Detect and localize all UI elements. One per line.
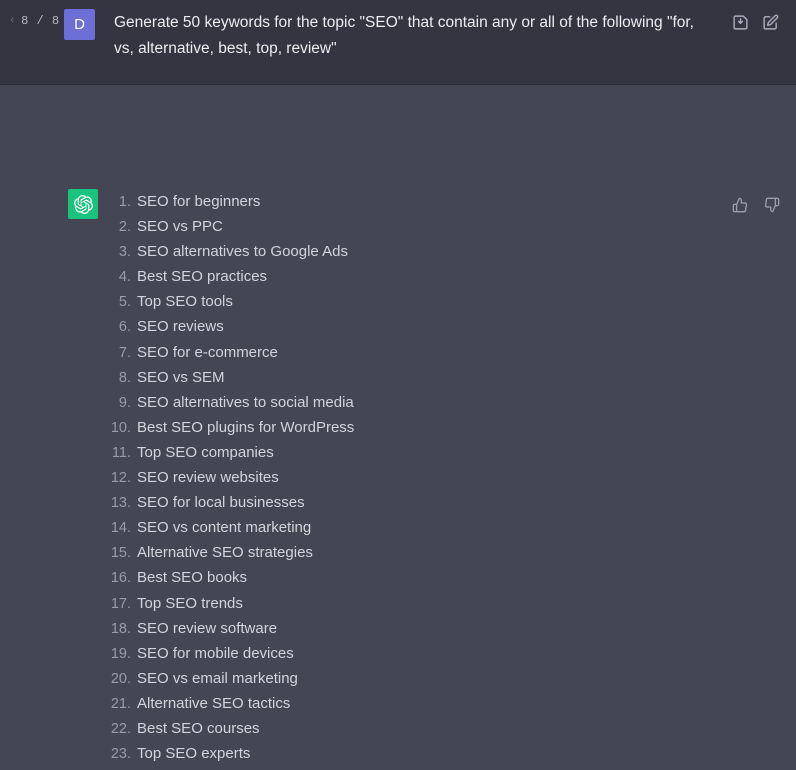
list-item: 4. Best SEO practices	[0, 268, 640, 293]
list-item-label: SEO for mobile devices	[137, 644, 294, 662]
list-item-number: 21.	[110, 695, 131, 712]
list-item: 18. SEO review software	[0, 620, 640, 645]
user-prompt-text: Generate 50 keywords for the topic "SEO"…	[114, 14, 699, 57]
list-item-number: 5.	[118, 294, 131, 311]
list-item: 13. SEO for local businesses	[0, 494, 640, 519]
list-item-label: SEO review software	[137, 619, 278, 637]
list-item-label: Best SEO books	[137, 569, 248, 587]
list-item: 11. Top SEO companies	[0, 444, 640, 469]
list-item-number: 12.	[110, 470, 131, 487]
list-item-label: SEO review websites	[137, 469, 279, 487]
list-item-number: 9.	[118, 394, 131, 411]
list-item: 23. Top SEO experts	[0, 745, 640, 770]
list-item-number: 3.	[118, 244, 131, 261]
list-item-number: 17.	[110, 595, 131, 612]
list-item-label: SEO vs PPC	[137, 218, 223, 236]
list-item-number: 18.	[110, 620, 131, 637]
list-item: 14. SEO vs content marketing	[0, 519, 640, 544]
list-item: 5. Top SEO tools	[0, 293, 640, 318]
list-item-label: SEO for e-commerce	[137, 343, 278, 361]
list-item: 22. Best SEO courses	[0, 720, 640, 745]
edit-icon[interactable]	[760, 12, 780, 32]
list-item-number: 19.	[110, 645, 131, 662]
list-item-label: SEO vs content marketing	[137, 519, 312, 537]
list-item-number: 8.	[118, 369, 131, 386]
list-item-label: Best SEO courses	[137, 719, 260, 737]
list-item: 21. Alternative SEO tactics	[0, 695, 640, 720]
pager-count: 8 / 8	[21, 14, 60, 28]
list-item-label: Top SEO experts	[137, 745, 251, 763]
list-item-label: Alternative SEO strategies	[137, 544, 313, 562]
list-item-label: Top SEO tools	[137, 293, 233, 311]
list-item-label: SEO reviews	[137, 318, 224, 336]
assistant-message-row: 1. SEO for beginners 2. SEO vs PPC 3. SEO alt…	[0, 85, 796, 762]
user-avatar: D	[64, 9, 95, 40]
pager-prev-button[interactable]: ‹	[8, 15, 17, 27]
list-item-number: 4.	[118, 269, 131, 286]
list-item: 20. SEO vs email marketing	[0, 670, 640, 695]
list-item: 3. SEO alternatives to Google Ads	[0, 243, 640, 268]
list-item: 9. SEO alternatives to social media	[0, 394, 640, 419]
list-item-label: Top SEO companies	[137, 443, 274, 461]
keyword-list: 1. SEO for beginners 2. SEO vs PPC 3. SEO alt…	[0, 193, 640, 770]
list-item-label: SEO alternatives to Google Ads	[137, 243, 348, 261]
list-item-label: SEO for local businesses	[137, 494, 305, 512]
list-item: 15. Alternative SEO strategies	[0, 544, 640, 569]
list-item-number: 1.	[118, 194, 131, 210]
list-item-number: 23.	[110, 746, 131, 763]
list-item-number: 7.	[118, 344, 131, 361]
list-item: 19. SEO for mobile devices	[0, 645, 640, 670]
list-item-number: 20.	[110, 670, 131, 687]
list-item-number: 22.	[110, 720, 131, 737]
list-item: 10. Best SEO plugins for WordPress	[0, 419, 640, 444]
list-item: 17. Top SEO trends	[0, 595, 640, 620]
list-item-label: Best SEO plugins for WordPress	[137, 418, 355, 436]
feedback-action-group	[730, 195, 782, 215]
list-item-label: SEO vs email marketing	[137, 669, 298, 687]
list-item-number: 11.	[111, 444, 131, 461]
list-item-number: 13.	[110, 495, 131, 512]
list-item-label: SEO for beginners	[137, 193, 261, 210]
list-item: 8. SEO vs SEM	[0, 369, 640, 394]
list-item-number: 6.	[118, 319, 131, 336]
list-item: 6. SEO reviews	[0, 318, 640, 343]
list-item-label: Alternative SEO tactics	[137, 694, 291, 712]
list-item-label: SEO alternatives to social media	[137, 393, 354, 411]
list-item-label: Best SEO practices	[137, 268, 268, 286]
list-item: 2. SEO vs PPC	[0, 218, 640, 243]
list-item: 16. Best SEO books	[0, 569, 640, 594]
list-item-label: Top SEO trends	[137, 594, 243, 612]
save-icon[interactable]	[730, 12, 750, 32]
list-item-number: 2.	[118, 219, 131, 236]
list-item: 7. SEO for e-commerce	[0, 344, 640, 369]
thumbs-up-icon[interactable]	[730, 195, 750, 215]
list-item: 1. SEO for beginners	[0, 193, 640, 218]
list-item-label: SEO vs SEM	[137, 368, 225, 386]
list-item-number: 10.	[110, 419, 131, 436]
prompt-action-group	[730, 12, 780, 32]
list-item-number: 15.	[110, 545, 131, 562]
list-item-number: 14.	[110, 520, 131, 537]
list-item-number: 16.	[110, 570, 131, 587]
user-message-row: ‹ 8 / 8 › D Generate 50 keywords for the…	[0, 0, 796, 85]
thumbs-down-icon[interactable]	[762, 195, 782, 215]
list-item: 12. SEO review websites	[0, 469, 640, 494]
